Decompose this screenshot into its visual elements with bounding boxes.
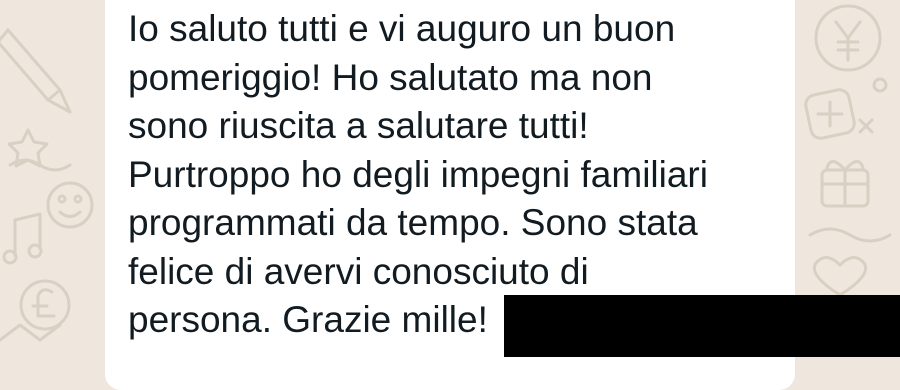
yen-coin-doodle-icon xyxy=(814,4,882,72)
gift-doodle-icon xyxy=(820,160,870,208)
music-note-doodle-icon xyxy=(2,212,43,265)
message-text[interactable]: Io saluto tutti e vi auguro un buon pome… xyxy=(128,5,788,345)
plus-badge-doodle-icon xyxy=(804,88,856,140)
x-doodle-icon xyxy=(858,118,874,134)
squiggle-doodle-icon-right xyxy=(808,227,892,243)
message-line: programmati da tempo. Sono stata xyxy=(128,202,698,243)
message-line: felice di avervi conosciuto di xyxy=(128,250,589,292)
heart-doodle-icon xyxy=(813,256,867,297)
dot-doodle-icon xyxy=(872,77,888,93)
message-line: Purtroppo ho degli impegni familiari xyxy=(128,153,708,195)
pencil-doodle-icon xyxy=(0,28,72,114)
message-line: Io saluto tutti e vi auguro un buon xyxy=(128,8,676,49)
smiley-doodle-icon xyxy=(46,181,94,229)
message-line: sono riuscita a salutare tutti! xyxy=(128,105,589,146)
pound-coin-doodle-icon xyxy=(19,279,71,331)
redaction-block xyxy=(504,295,900,357)
message-line: pomeriggio! Ho salutato ma non xyxy=(128,56,653,98)
